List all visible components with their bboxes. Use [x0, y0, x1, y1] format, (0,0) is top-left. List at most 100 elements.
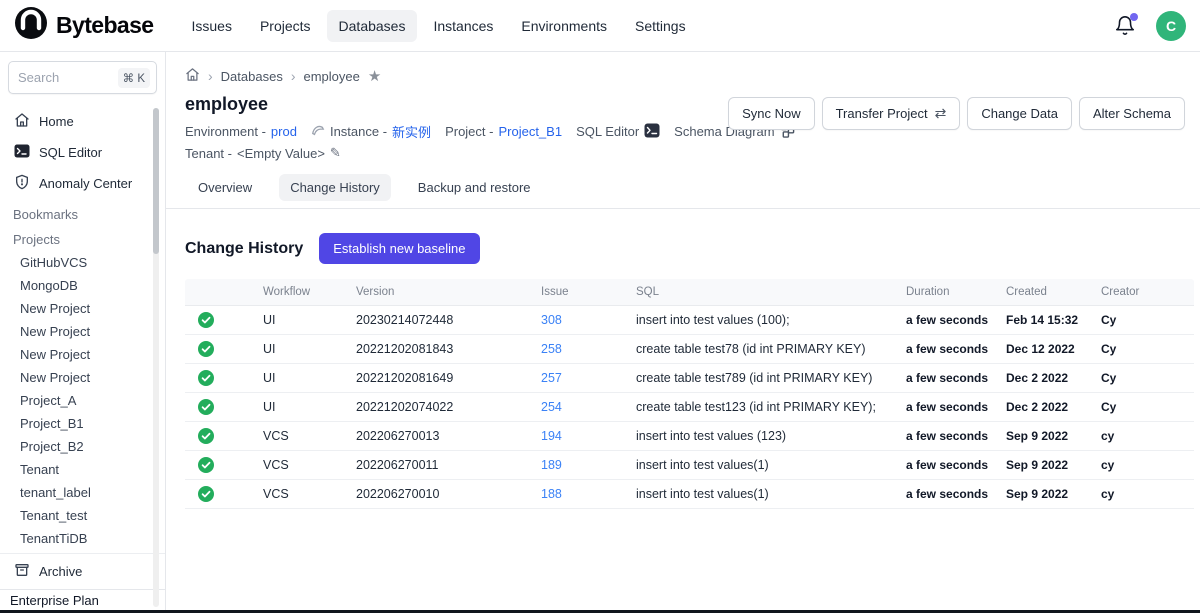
tab[interactable]: Overview	[187, 174, 263, 201]
terminal-icon	[14, 143, 30, 162]
breadcrumb-home-icon[interactable]	[185, 67, 200, 85]
table-row[interactable]: UI 20230214072448 308 insert into test v…	[185, 306, 1194, 335]
version-cell[interactable]: 202206270011	[348, 458, 533, 472]
engine-icon	[311, 123, 325, 140]
sidebar-project-item[interactable]: Tenant_test	[0, 504, 165, 527]
version-cell[interactable]: 20221202081649	[348, 371, 533, 385]
workflow-cell: VCS	[255, 458, 348, 472]
tab[interactable]: Backup and restore	[407, 174, 542, 201]
creator-cell: Cy	[1093, 371, 1194, 385]
created-cell: Sep 9 2022	[998, 429, 1093, 443]
sql-cell: insert into test values(1)	[628, 458, 898, 472]
nav-link[interactable]: Databases	[327, 10, 418, 42]
issue-link[interactable]: 194	[541, 429, 562, 443]
brand-logo[interactable]: Bytebase	[14, 6, 153, 45]
sidebar-scrollbar-thumb[interactable]	[153, 108, 159, 254]
issue-link[interactable]: 188	[541, 487, 562, 501]
search-box[interactable]: ⌘ K	[8, 61, 157, 94]
sidebar-project-item[interactable]: New Project	[0, 320, 165, 343]
sidebar-section-projects[interactable]: Projects	[0, 224, 165, 249]
sidebar-project-item[interactable]: Project_A	[0, 389, 165, 412]
sidebar-item-anomaly-center[interactable]: Anomaly Center	[0, 168, 165, 199]
sql-cell: insert into test values (100);	[628, 313, 898, 327]
table-row[interactable]: VCS 202206270010 188 insert into test va…	[185, 480, 1194, 509]
status-success-icon	[185, 341, 255, 357]
version-cell[interactable]: 20230214072448	[348, 313, 533, 327]
col-version: Version	[348, 286, 533, 298]
sidebar-project-item[interactable]: New Project	[0, 297, 165, 320]
home-icon	[14, 112, 30, 131]
action-buttons: Sync Now Transfer Project ⇄ Change Data …	[728, 97, 1185, 130]
version-cell[interactable]: 20221202081843	[348, 342, 533, 356]
nav-link[interactable]: Settings	[623, 10, 698, 42]
favorite-star-icon[interactable]: ★	[368, 69, 381, 84]
sidebar-project-item[interactable]: GitHubVCS	[0, 251, 165, 274]
status-success-icon	[185, 370, 255, 386]
terminal-icon	[644, 123, 660, 141]
issue-link[interactable]: 258	[541, 342, 562, 356]
created-cell: Dec 2 2022	[998, 371, 1093, 385]
sidebar-project-item[interactable]: New Project	[0, 343, 165, 366]
table-row[interactable]: UI 20221202081843 258 create table test7…	[185, 335, 1194, 364]
alter-schema-button[interactable]: Alter Schema	[1079, 97, 1185, 130]
sql-editor-label: SQL Editor	[576, 124, 639, 139]
sidebar-project-item[interactable]: Project_B1	[0, 412, 165, 435]
edit-pencil-icon[interactable]: ✎	[330, 145, 341, 161]
sidebar-project-item[interactable]: TenantTiDB	[0, 527, 165, 550]
issue-cell: 257	[533, 371, 628, 385]
creator-cell: cy	[1093, 458, 1194, 472]
issue-link[interactable]: 254	[541, 400, 562, 414]
sidebar-item-archive[interactable]: Archive	[0, 553, 165, 589]
database-tabs: Overview Change History Backup and resto…	[187, 174, 1200, 201]
nav-link[interactable]: Environments	[509, 10, 619, 42]
tab[interactable]: Change History	[279, 174, 391, 201]
project-link[interactable]: Project_B1	[498, 124, 562, 139]
database-meta-line-2: Tenant - <Empty Value> ✎	[185, 145, 1200, 161]
sidebar-project-item[interactable]: New Project	[0, 366, 165, 389]
sidebar-project-item[interactable]: tenant_label	[0, 481, 165, 504]
transfer-project-button[interactable]: Transfer Project ⇄	[822, 97, 961, 130]
nav-link[interactable]: Issues	[179, 10, 243, 42]
search-input[interactable]	[18, 70, 96, 85]
sidebar-scrollbar-track[interactable]	[153, 108, 159, 607]
table-row[interactable]: UI 20221202081649 257 create table test7…	[185, 364, 1194, 393]
user-avatar[interactable]: C	[1156, 11, 1186, 41]
sidebar-item-label: SQL Editor	[39, 145, 102, 160]
establish-baseline-button[interactable]: Establish new baseline	[319, 233, 479, 264]
sidebar-section-bookmarks[interactable]: Bookmarks	[0, 199, 165, 224]
table-row[interactable]: UI 20221202074022 254 create table test1…	[185, 393, 1194, 422]
table-row[interactable]: VCS 202206270011 189 insert into test va…	[185, 451, 1194, 480]
workflow-cell: VCS	[255, 429, 348, 443]
sidebar-item-sql-editor[interactable]: SQL Editor	[0, 137, 165, 168]
table-row[interactable]: VCS 202206270013 194 insert into test va…	[185, 422, 1194, 451]
sidebar-item-home[interactable]: Home	[0, 106, 165, 137]
sql-editor-shortcut[interactable]: SQL Editor	[576, 123, 660, 141]
issue-link[interactable]: 257	[541, 371, 562, 385]
main-nav: Issues Projects Databases Instances Envi…	[179, 10, 697, 42]
change-data-button[interactable]: Change Data	[967, 97, 1072, 130]
nav-link[interactable]: Projects	[248, 10, 323, 42]
sql-cell: create table test123 (id int PRIMARY KEY…	[628, 400, 898, 414]
sidebar-item-label: Archive	[39, 564, 82, 579]
sync-now-button[interactable]: Sync Now	[728, 97, 815, 130]
tabs-divider	[166, 208, 1200, 209]
version-cell[interactable]: 20221202074022	[348, 400, 533, 414]
tenant-label: Tenant -	[185, 146, 232, 161]
duration-cell: a few seconds	[898, 487, 998, 501]
notification-bell-icon[interactable]	[1114, 15, 1136, 37]
table-body: UI 20230214072448 308 insert into test v…	[185, 306, 1194, 509]
nav-link[interactable]: Instances	[421, 10, 505, 42]
issue-link[interactable]: 308	[541, 313, 562, 327]
version-cell[interactable]: 202206270010	[348, 487, 533, 501]
sidebar-project-item[interactable]: MongoDB	[0, 274, 165, 297]
sidebar-project-item[interactable]: Tenant	[0, 458, 165, 481]
sidebar-project-item[interactable]: Project_B2	[0, 435, 165, 458]
workflow-cell: VCS	[255, 487, 348, 501]
breadcrumb-databases[interactable]: Databases	[221, 69, 283, 84]
environment-link[interactable]: prod	[271, 124, 297, 139]
version-cell[interactable]: 202206270013	[348, 429, 533, 443]
issue-link[interactable]: 189	[541, 458, 562, 472]
table-header-row: Workflow Version Issue SQL Duration Crea…	[185, 279, 1194, 306]
instance-link[interactable]: 新实例	[392, 122, 431, 141]
project-meta: Project - Project_B1	[445, 124, 562, 139]
